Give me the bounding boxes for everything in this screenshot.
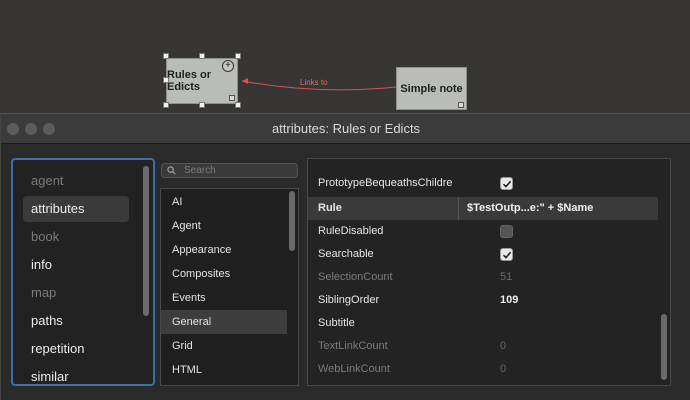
table-row[interactable]: PrototypeBequeathsChildre [308,172,658,195]
attribute-name: SelectionCount [318,271,393,283]
category-item-attributes[interactable]: attributes [23,196,129,222]
attribute-scrollbar[interactable] [661,314,667,380]
table-row[interactable]: WebLinkCount 0 [308,358,658,381]
resize-handle-top-left[interactable] [163,53,169,59]
note-simple-note[interactable]: Simple note [396,67,467,110]
category-item-agent[interactable]: agent [23,168,129,194]
search-box[interactable] [161,163,298,178]
category-item-info[interactable]: info [23,252,129,278]
attribute-name: WebLinkCount [318,363,390,375]
category-scrollbar[interactable] [143,166,149,316]
app-root: Rules or Edicts + Links to Simple note a… [0,0,690,400]
attribute-checkbox[interactable] [500,248,513,261]
attribute-checkbox[interactable] [500,225,513,238]
attribute-table[interactable]: PrototypeBequeathsChildre Rule $TestOutp… [307,158,671,386]
group-item-html[interactable]: HTML [161,358,287,382]
attribute-value: 0 [500,340,507,352]
attribute-name: RuleDisabled [318,225,384,237]
attribute-value: 51 [500,271,513,283]
note-title: Rules or Edicts [167,69,212,93]
attribute-value[interactable]: $TestOutp...e:" + $Name [458,197,613,220]
attribute-name: SiblingOrder [318,294,380,306]
category-item-map[interactable]: map [23,280,129,306]
attribute-name: PrototypeBequeathsChildre [318,177,453,189]
group-item-agent[interactable]: Agent [161,214,287,238]
category-item-paths[interactable]: paths [23,308,129,334]
resize-handle-top[interactable] [199,53,205,59]
link-label: Links to [300,78,328,87]
search-icon [167,166,176,175]
resize-handle-top-right[interactable] [235,53,241,59]
group-item-ai[interactable]: AI [161,190,287,214]
category-list[interactable]: agent attributes book info map paths rep… [11,158,155,386]
attribute-checkbox[interactable] [500,177,513,190]
title-bar[interactable]: attributes: Rules or Edicts [1,114,690,144]
note-corner-icon [229,95,235,101]
category-item-book[interactable]: book [23,224,129,250]
group-scrollbar[interactable] [289,191,295,251]
attribute-name: TextLinkCount [318,340,388,352]
attribute-name: Rule [318,202,342,214]
note-title: Simple note [400,82,463,95]
table-row[interactable]: TextLinkCount 0 [308,335,658,358]
window-title: attributes: Rules or Edicts [271,121,421,136]
table-row[interactable]: Searchable [308,243,658,266]
group-item-events[interactable]: Events [161,286,287,310]
table-row[interactable]: SiblingOrder 109 [308,289,658,312]
map-canvas[interactable]: Rules or Edicts + Links to Simple note [0,0,690,118]
table-row[interactable]: SelectionCount 51 [308,266,658,289]
checkmark-icon [502,251,512,259]
attribute-name: Subtitle [318,317,355,329]
note-corner-icon [458,102,464,108]
group-item-appearance[interactable]: Appearance [161,238,287,262]
group-item-general[interactable]: General [161,310,287,334]
category-item-similar[interactable]: similar [23,364,129,384]
attribute-value[interactable]: 109 [500,289,655,312]
category-item-repetition[interactable]: repetition [23,336,129,362]
link-line [241,78,397,91]
attributes-window: attributes: Rules or Edicts agent attrib… [0,113,690,400]
checkmark-icon [502,180,512,188]
plus-icon[interactable]: + [222,60,234,72]
table-row-selected[interactable]: Rule $TestOutp...e:" + $Name [308,197,658,220]
attribute-name: Searchable [318,248,374,260]
group-list[interactable]: AI Agent Appearance Composites Events Ge… [160,188,299,386]
group-item-grid[interactable]: Grid [161,334,287,358]
resize-handle-bottom-left[interactable] [163,102,169,108]
table-row[interactable]: RuleDisabled [308,220,658,243]
resize-handle-left[interactable] [163,77,169,83]
search-input[interactable] [184,164,294,177]
resize-handle-bottom[interactable] [199,102,205,108]
table-row[interactable]: Subtitle [308,312,658,335]
resize-handle-bottom-right[interactable] [235,102,241,108]
attribute-value: 0 [500,363,507,375]
group-item-composites[interactable]: Composites [161,262,287,286]
